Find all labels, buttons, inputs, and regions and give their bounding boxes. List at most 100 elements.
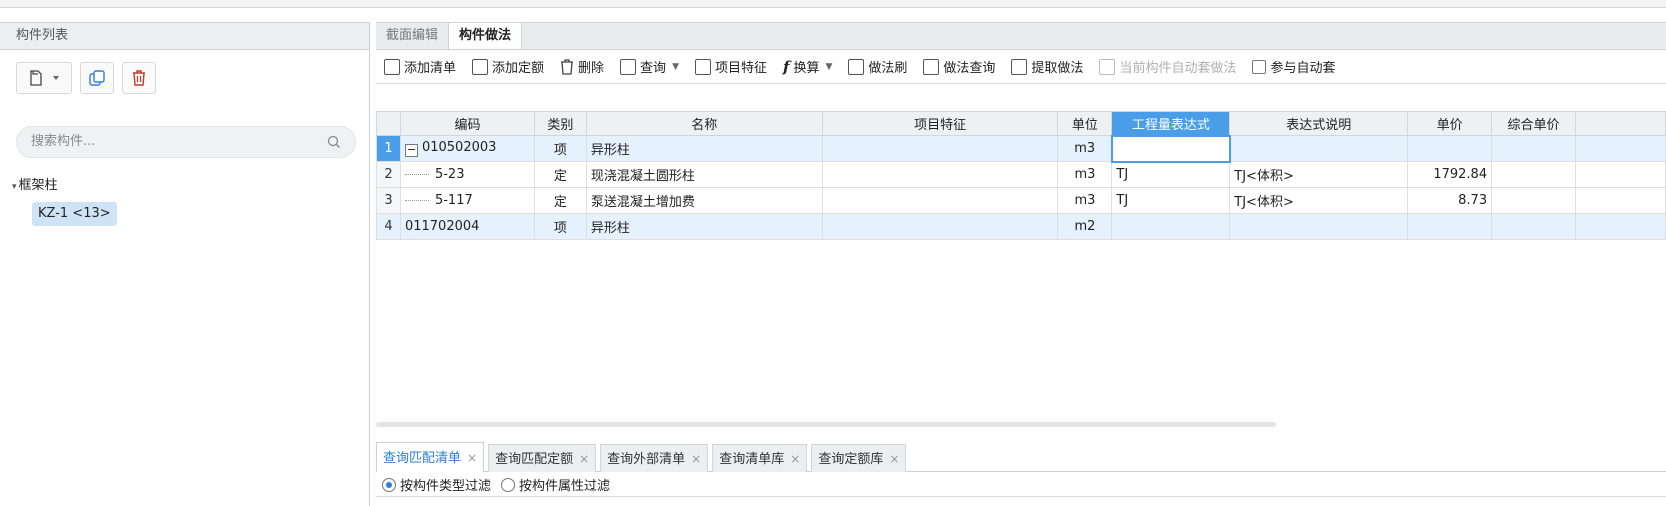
search-input[interactable]: 搜索构件... bbox=[16, 126, 356, 158]
row-number[interactable]: 3 bbox=[376, 187, 401, 214]
cell-expression-desc[interactable]: TJ<体积> bbox=[1229, 187, 1409, 214]
tab-query-external-list[interactable]: 查询外部清单 × bbox=[600, 444, 709, 472]
cell-code[interactable]: 011702004 bbox=[399, 213, 535, 240]
cell-code[interactable]: 5-23 bbox=[399, 161, 535, 188]
method-query-button[interactable]: 做法查询 bbox=[923, 57, 995, 76]
collapse-icon[interactable]: − bbox=[404, 144, 418, 157]
cell-unit[interactable]: m2 bbox=[1057, 213, 1113, 240]
cell-extra bbox=[1575, 213, 1666, 240]
add-quota-button[interactable]: 添加定额 bbox=[472, 57, 544, 76]
col-expression[interactable]: 工程量表达式 bbox=[1111, 111, 1231, 136]
trash-icon bbox=[561, 58, 574, 75]
cell-expression[interactable] bbox=[1111, 213, 1231, 240]
tab-query-quota-library[interactable]: 查询定额库 × bbox=[811, 444, 907, 472]
delete-button[interactable]: 删除 bbox=[560, 57, 604, 76]
close-icon[interactable]: × bbox=[790, 452, 800, 466]
cell-type[interactable]: 定 bbox=[533, 161, 587, 188]
copy-component-button[interactable] bbox=[80, 62, 114, 94]
cell-expression-desc[interactable]: TJ<体积> bbox=[1229, 161, 1409, 188]
cell-price[interactable] bbox=[1407, 213, 1493, 240]
cell-price[interactable]: 8.73 bbox=[1407, 187, 1493, 214]
cell-name[interactable]: 异形柱 bbox=[585, 135, 823, 162]
cell-feature[interactable] bbox=[821, 187, 1059, 214]
cell-type[interactable]: 项 bbox=[533, 135, 587, 162]
horizontal-scrollbar[interactable] bbox=[376, 422, 1276, 427]
cell-feature[interactable] bbox=[821, 135, 1059, 162]
tree-item-kz1[interactable]: KZ-1 <13> bbox=[32, 202, 117, 226]
tab-component-method[interactable]: 构件做法 bbox=[449, 23, 523, 49]
tree-group-label: 框架柱 bbox=[18, 178, 58, 193]
cell-name[interactable]: 泵送混凝土增加费 bbox=[585, 187, 823, 214]
cell-expression[interactable] bbox=[1110, 134, 1231, 163]
tab-query-list-library[interactable]: 查询清单库 × bbox=[712, 444, 808, 472]
cell-name[interactable]: 异形柱 bbox=[585, 213, 823, 240]
row-number[interactable]: 2 bbox=[376, 161, 401, 188]
cell-type[interactable]: 定 bbox=[533, 187, 587, 214]
col-type[interactable]: 类别 bbox=[533, 111, 587, 136]
extract-method-button[interactable]: 提取做法 bbox=[1011, 57, 1083, 76]
tab-section-edit[interactable]: 截面编辑 bbox=[376, 23, 450, 49]
extract-icon bbox=[1011, 58, 1028, 75]
cell-feature[interactable] bbox=[821, 161, 1059, 188]
col-name[interactable]: 名称 bbox=[585, 111, 823, 136]
cell-expression-desc[interactable] bbox=[1229, 213, 1409, 240]
tab-label: 查询定额库 bbox=[818, 452, 884, 467]
method-brush-button[interactable]: 做法刷 bbox=[848, 57, 907, 76]
row-number[interactable]: 4 bbox=[376, 213, 401, 240]
col-code[interactable]: 编码 bbox=[399, 111, 535, 136]
join-auto-apply-checkbox[interactable]: 参与自动套 bbox=[1252, 57, 1335, 76]
col-unit[interactable]: 单位 bbox=[1057, 111, 1113, 136]
cell-code[interactable]: 5-117 bbox=[399, 187, 535, 214]
auto-apply-current-button[interactable]: 当前构件自动套做法 bbox=[1099, 57, 1236, 76]
col-feature[interactable]: 项目特征 bbox=[821, 111, 1059, 136]
close-icon[interactable]: × bbox=[889, 452, 899, 466]
filter-by-type[interactable]: 按构件类型过滤 bbox=[382, 475, 491, 494]
row-number[interactable]: 1 bbox=[376, 135, 401, 162]
cell-price[interactable]: 1792.84 bbox=[1407, 161, 1493, 188]
item-feature-label: 项目特征 bbox=[714, 61, 767, 76]
cell-unit[interactable]: m3 bbox=[1057, 135, 1113, 162]
cell-expression[interactable]: TJ bbox=[1111, 161, 1231, 188]
cell-type[interactable]: 项 bbox=[533, 213, 587, 240]
cell-total-price[interactable] bbox=[1491, 135, 1577, 162]
close-icon[interactable]: × bbox=[691, 452, 701, 466]
table-row[interactable]: 1 −010502003 项 异形柱 m3 bbox=[376, 134, 1666, 163]
cell-total-price[interactable] bbox=[1491, 187, 1577, 214]
convert-button[interactable]: f 换算 ▼ bbox=[783, 57, 832, 77]
cell-expression-desc[interactable] bbox=[1229, 135, 1409, 162]
add-list-button[interactable]: 添加清单 bbox=[384, 57, 456, 76]
cell-total-price[interactable] bbox=[1491, 213, 1577, 240]
tree-group-frame-column[interactable]: ▾ 框架柱 bbox=[12, 174, 58, 193]
cell-code[interactable]: −010502003 bbox=[399, 135, 535, 162]
tab-query-match-list[interactable]: 查询匹配清单 × bbox=[376, 442, 485, 472]
table-row[interactable]: 4 011702004 项 异形柱 m2 bbox=[376, 213, 1666, 240]
cell-total-price[interactable] bbox=[1491, 161, 1577, 188]
radio-button[interactable] bbox=[501, 478, 516, 492]
cell-name[interactable]: 现浇混凝土圆形柱 bbox=[585, 161, 823, 188]
filter-by-attr-label: 按构件属性过滤 bbox=[519, 479, 611, 494]
col-total-price[interactable]: 综合单价 bbox=[1491, 111, 1577, 136]
cell-expression[interactable]: TJ bbox=[1111, 187, 1231, 214]
tree-expand-icon[interactable]: ▾ bbox=[12, 182, 17, 192]
close-icon[interactable]: × bbox=[467, 451, 477, 465]
checkbox[interactable] bbox=[1252, 59, 1267, 74]
item-feature-icon bbox=[694, 58, 711, 75]
method-query-label: 做法查询 bbox=[943, 61, 996, 76]
component-list-panel: 构件列表 搜索构件... ▾ 框架柱 KZ-1 <13> bbox=[0, 22, 370, 506]
query-button[interactable]: 查询 ▼ bbox=[620, 57, 679, 76]
col-price[interactable]: 单价 bbox=[1407, 111, 1493, 136]
col-expression-desc[interactable]: 表达式说明 bbox=[1229, 111, 1409, 136]
filter-by-attr[interactable]: 按构件属性过滤 bbox=[501, 475, 610, 494]
table-row[interactable]: 2 5-23 定 现浇混凝土圆形柱 m3 TJ TJ<体积> 1792.84 bbox=[376, 161, 1666, 188]
radio-button[interactable] bbox=[382, 478, 396, 492]
close-icon[interactable]: × bbox=[579, 452, 589, 466]
table-row[interactable]: 3 5-117 定 泵送混凝土增加费 m3 TJ TJ<体积> 8.73 bbox=[376, 187, 1666, 214]
delete-component-button[interactable] bbox=[122, 62, 156, 94]
cell-unit[interactable]: m3 bbox=[1057, 187, 1113, 214]
new-component-button[interactable] bbox=[16, 62, 72, 94]
cell-unit[interactable]: m3 bbox=[1057, 161, 1113, 188]
tab-query-match-quota[interactable]: 查询匹配定额 × bbox=[488, 444, 597, 472]
cell-price[interactable] bbox=[1407, 135, 1493, 162]
cell-feature[interactable] bbox=[821, 213, 1059, 240]
item-feature-button[interactable]: 项目特征 bbox=[694, 57, 767, 76]
